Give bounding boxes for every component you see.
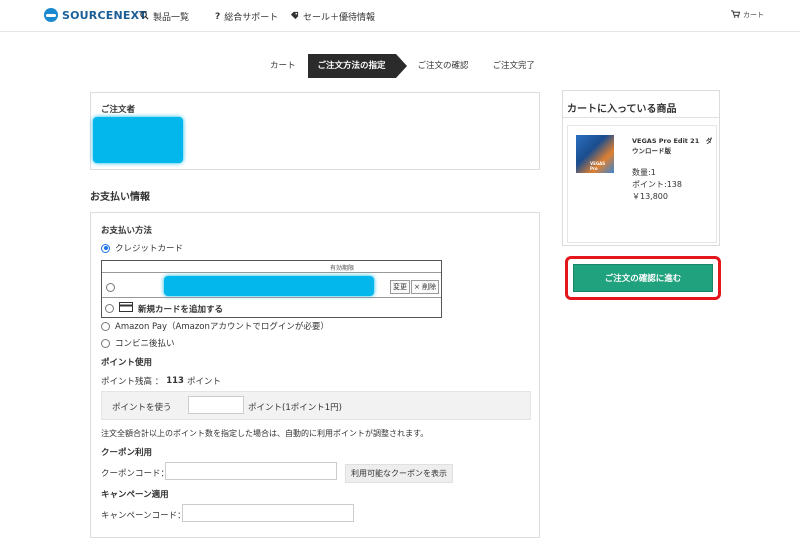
product-image-text: VEGAS Pro: [590, 161, 606, 171]
proceed-to-confirm-button[interactable]: ご注文の確認に進む: [573, 264, 713, 292]
coupon-code-input[interactable]: [165, 462, 337, 480]
saved-card-table: 有効期限 変更 × 削除 新規カードを追加する: [101, 260, 442, 318]
konbini-radio[interactable]: [101, 338, 110, 348]
campaign-code-input[interactable]: [182, 504, 354, 522]
confirm-button-highlight: ご注文の確認に進む: [565, 256, 721, 300]
nav-products-label: 製品一覧: [153, 13, 190, 23]
campaign-heading: キャンペーン適用: [101, 490, 169, 500]
coupon-heading: クーポン利用: [101, 448, 153, 458]
points-balance-unit: ポイント: [186, 377, 221, 387]
step-order-method: ご注文方法の指定: [307, 54, 407, 78]
sourcenext-logo[interactable]: SOURCENEXT: [44, 8, 147, 22]
amazon-pay-option[interactable]: Amazon Pay（Amazonアカウントでログインが必要）: [101, 320, 329, 332]
add-card-option[interactable]: 新規カードを追加する: [105, 302, 223, 315]
logo-mark-icon: [44, 8, 58, 22]
credit-card-radio[interactable]: [101, 243, 110, 253]
product-image[interactable]: VEGAS Pro: [576, 135, 614, 173]
amazon-pay-radio[interactable]: [101, 321, 110, 331]
points-rate-label: ポイント(1ポイント1円): [248, 403, 342, 413]
logo-text: SOURCENEXT: [62, 8, 147, 22]
add-card-label: 新規カードを追加する: [138, 304, 224, 315]
orderer-heading: ご注文者: [101, 105, 136, 115]
delete-card-button[interactable]: × 削除: [411, 280, 440, 294]
tag-icon: [290, 11, 299, 23]
points-heading: ポイント使用: [101, 358, 153, 368]
points-use-label: ポイントを使う: [112, 403, 172, 413]
site-header: SOURCENEXT 製品一覧 ? 総合サポート セール＋優待情報 カート: [0, 0, 800, 32]
show-coupons-button[interactable]: 利用可能なクーポンを表示: [345, 464, 453, 483]
nav-products[interactable]: 製品一覧: [140, 10, 189, 23]
product-name[interactable]: VEGAS Pro Edit 21 ダウンロード版: [632, 136, 714, 156]
nav-support[interactable]: ? 総合サポート: [215, 10, 279, 24]
campaign-code-label: キャンペーンコード：: [101, 511, 186, 521]
product-price: ￥13,800: [632, 192, 668, 201]
points-use-panel: ポイントを使う ポイント(1ポイント1円): [101, 391, 531, 420]
cart-panel: カートに入っている商品 VEGAS Pro VEGAS Pro Edit 21 …: [562, 90, 720, 246]
payment-box: お支払い方法 クレジットカード 有効期限 変更 × 削除 新規カードを追加する …: [90, 212, 540, 538]
credit-card-option[interactable]: クレジットカード: [101, 242, 183, 254]
change-card-button[interactable]: 変更: [390, 280, 410, 294]
konbini-label: コンビニ後払い: [115, 339, 175, 349]
step-cart: カート: [270, 61, 296, 71]
points-use-input[interactable]: [188, 396, 244, 414]
header-cart-label: カート: [743, 11, 764, 19]
header-cart-link[interactable]: カート: [731, 10, 764, 20]
card-table-header: 有効期限: [102, 261, 441, 273]
payment-method-heading: お支払い方法: [101, 226, 153, 236]
product-quantity: 数量:1: [632, 168, 656, 177]
points-balance-label: ポイント残高 ：: [101, 377, 164, 387]
credit-card-icon: [119, 302, 133, 315]
saved-card-radio[interactable]: [106, 283, 115, 292]
payment-section-title: お支払い情報: [90, 192, 150, 203]
points-note: 注文全額合計以上のポイント数を指定した場合は、自動的に利用ポイントが調整されます…: [101, 429, 429, 438]
step-complete: ご注文完了: [492, 61, 536, 71]
redacted-card-info: [164, 276, 374, 296]
konbini-option[interactable]: コンビニ後払い: [101, 337, 175, 349]
step-confirm: ご注文の確認: [417, 61, 469, 71]
search-icon: [140, 10, 149, 23]
expiry-header: 有効期限: [330, 265, 355, 272]
product-points: ポイント:138: [632, 180, 682, 189]
points-balance-value: 113: [166, 376, 184, 386]
cart-heading: カートに入っている商品: [567, 104, 677, 115]
question-icon: ?: [215, 11, 221, 22]
cart-icon: [731, 10, 741, 20]
coupon-code-label: クーポンコード：: [101, 469, 170, 479]
nav-support-label: 総合サポート: [224, 13, 279, 23]
orderer-box: ご注文者: [90, 92, 540, 170]
checkout-steps: カート ご注文方法の指定 ご注文の確認 ご注文完了: [258, 54, 547, 78]
credit-card-label: クレジットカード: [115, 244, 184, 254]
amazon-pay-label: Amazon Pay（Amazonアカウントでログインが必要）: [115, 322, 329, 332]
points-balance: ポイント残高 ： 113 ポイント: [101, 375, 221, 387]
redacted-orderer-info: [93, 117, 183, 163]
nav-sale[interactable]: セール＋優待情報: [290, 10, 375, 23]
cart-item: VEGAS Pro VEGAS Pro Edit 21 ダウンロード版 数量:1…: [567, 125, 717, 243]
add-card-radio[interactable]: [105, 304, 114, 313]
nav-sale-label: セール＋優待情報: [303, 13, 376, 23]
